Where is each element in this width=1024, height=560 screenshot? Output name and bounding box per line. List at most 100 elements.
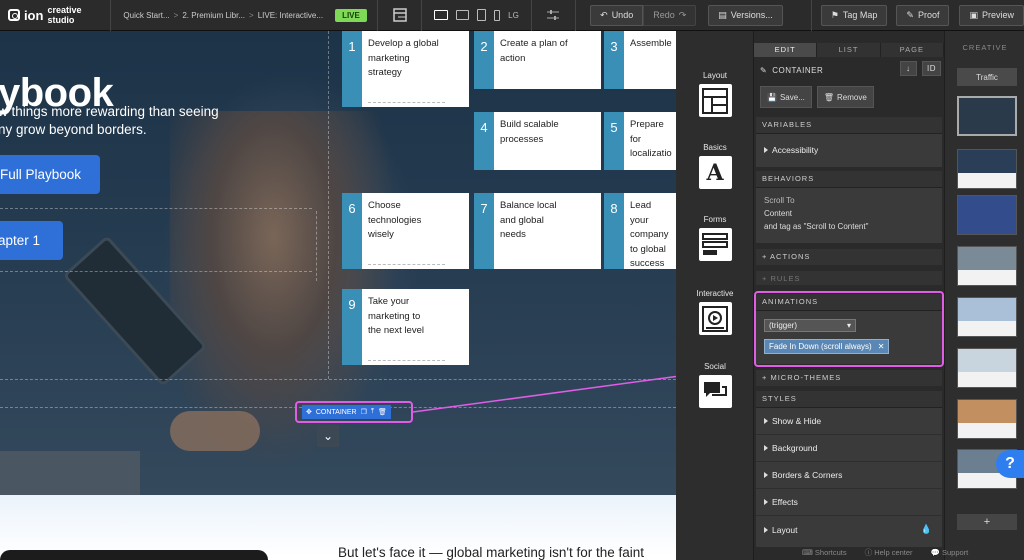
hero-subtitle[interactable]: w things more rewarding than seeing ny g… <box>0 103 258 139</box>
expand-triangle-icon <box>764 445 768 451</box>
tag-map-button[interactable]: ⚑ Tag Map <box>820 4 888 26</box>
remove-button[interactable]: 🗑 Remove <box>816 86 874 108</box>
category-social[interactable]: Social <box>676 362 754 408</box>
preview-button[interactable]: ▣ Preview <box>959 4 1024 26</box>
next-section[interactable]: But let's face it — global marketing isn… <box>0 495 676 560</box>
category-label: Interactive <box>696 289 734 298</box>
move-down-button[interactable]: ↓ <box>900 61 917 76</box>
rules-section[interactable]: + RULES <box>756 271 942 285</box>
breadcrumb-item[interactable]: 2. Premium Libr... <box>182 11 245 20</box>
page-thumbnail[interactable] <box>957 348 1017 388</box>
device-size-label[interactable]: LG <box>508 11 519 20</box>
page-thumbnail[interactable] <box>957 149 1017 189</box>
section-title[interactable]: VARIABLES <box>756 117 942 134</box>
behavior-line: Content <box>764 209 793 218</box>
help-question-icon[interactable]: ? <box>996 450 1024 478</box>
expand-triangle-icon <box>764 147 768 153</box>
breadcrumb-item[interactable]: Quick Start... <box>123 11 169 20</box>
add-page-button[interactable]: + <box>957 514 1017 530</box>
help-center-link[interactable]: ⓘ Help center <box>865 547 913 558</box>
effects-row[interactable]: Effects <box>756 489 942 516</box>
trash-icon[interactable]: 🗑 <box>378 408 387 416</box>
redo-button[interactable]: Redo ↷ <box>643 4 697 26</box>
page-thumbnail[interactable] <box>957 399 1017 439</box>
hero-section[interactable]: ybook w things more rewarding than seein… <box>0 31 676 495</box>
page-thumbnail[interactable] <box>957 195 1017 235</box>
tab-list[interactable]: LIST <box>817 43 881 57</box>
step-text: Prepare for localization <box>630 119 672 159</box>
step-card[interactable]: 9 Take your marketing to the next level <box>342 289 469 365</box>
element-id-button[interactable]: ID <box>922 61 941 76</box>
move-icon[interactable]: ✥ <box>306 408 312 416</box>
background-row[interactable]: Background <box>756 435 942 462</box>
guide-line <box>316 211 317 281</box>
desktop-device-icon[interactable] <box>434 10 449 20</box>
section-heading[interactable]: But let's face it — global marketing isn… <box>338 545 644 560</box>
undo-button[interactable]: ↶ Undo <box>590 4 644 26</box>
section-title[interactable]: BEHAVIORS <box>756 171 942 188</box>
step-card[interactable]: 1 Develop a global marketing strategy <box>342 31 469 107</box>
chapter-1-button[interactable]: apter 1 <box>0 221 63 260</box>
actions-section[interactable]: + ACTIONS <box>756 249 942 265</box>
trigger-select[interactable]: (trigger) ▾ <box>764 319 856 332</box>
step-text: Develop a global marketing strategy <box>368 38 439 78</box>
save-button[interactable]: 💾 Save... <box>760 86 812 108</box>
proof-icon: ✎ <box>906 9 914 20</box>
page-layout-button[interactable] <box>378 0 421 31</box>
category-layout[interactable]: Layout <box>676 71 754 117</box>
section-title[interactable]: ANIMATIONS <box>756 294 942 311</box>
breadcrumb-item[interactable]: LIVE: Interactive... <box>258 11 323 20</box>
droplet-icon: 💧 <box>920 524 932 534</box>
step-card[interactable]: 2 Create a plan of action <box>474 31 601 89</box>
versions-button[interactable]: ▤ Versions... <box>708 4 783 26</box>
page-canvas[interactable]: ybook w things more rewarding than seein… <box>0 31 676 560</box>
proof-button[interactable]: ✎ Proof <box>896 4 950 26</box>
accessibility-row[interactable]: Accessibility <box>756 134 942 166</box>
phone-icon[interactable] <box>494 9 501 21</box>
scroll-down-chevron-icon[interactable]: ⌄ <box>317 425 339 447</box>
page-thumbnail[interactable] <box>957 297 1017 337</box>
copy-icon[interactable]: ❐ <box>361 408 367 416</box>
step-number: 2 <box>474 31 494 89</box>
page-thumbnail[interactable] <box>957 246 1017 286</box>
tablet-portrait-icon[interactable] <box>477 9 487 21</box>
remove-animation-icon[interactable]: ✕ <box>878 342 885 351</box>
category-forms[interactable]: Forms <box>676 215 754 261</box>
shortcuts-link[interactable]: ⌨ Shortcuts <box>802 548 847 557</box>
full-playbook-button[interactable]: Full Playbook <box>0 155 100 194</box>
category-basics[interactable]: Basics A <box>676 143 754 189</box>
step-card[interactable]: 3 Assemble global team <box>604 31 676 89</box>
settings-sliders-button[interactable] <box>532 0 575 31</box>
layout-row[interactable]: Layout 💧 <box>756 516 942 543</box>
container-label: CONTAINER <box>315 408 357 416</box>
behaviors-section: BEHAVIORS Scroll To Content and tag as "… <box>756 171 942 243</box>
traffic-button[interactable]: Traffic <box>957 68 1017 86</box>
section-title[interactable]: STYLES <box>756 391 942 408</box>
form-icon <box>698 228 732 261</box>
pin-icon[interactable]: ⤒ <box>371 408 374 416</box>
animation-item[interactable]: Fade In Down (scroll always) ✕ <box>764 339 890 354</box>
borders-corners-row[interactable]: Borders & Corners <box>756 462 942 489</box>
tab-page[interactable]: PAGE <box>880 43 944 57</box>
step-card[interactable]: 7 Balance local and global needs <box>474 193 601 269</box>
guide-line <box>368 264 445 265</box>
panel-tabs: EDIT LIST PAGE <box>754 43 944 57</box>
step-card[interactable]: 4 Build scalable processes <box>474 112 601 170</box>
page-thumbnail[interactable] <box>957 96 1017 136</box>
container-selection-tag[interactable]: ✥ CONTAINER ❐ ⤒ 🗑 <box>295 401 413 423</box>
step-card[interactable]: 6 Choose technologies wisely <box>342 193 469 269</box>
show-hide-row[interactable]: Show & Hide <box>756 408 942 435</box>
step-card[interactable]: 8 Lead your company to global success <box>604 193 676 269</box>
step-card[interactable]: 5 Prepare for localization <box>604 112 676 170</box>
app-logo[interactable]: ion creative studio <box>0 5 110 25</box>
tablet-landscape-icon[interactable] <box>456 10 470 20</box>
category-interactive[interactable]: Interactive <box>676 289 754 335</box>
step-text: Take your marketing to the next level <box>368 296 424 336</box>
support-link[interactable]: 💬 Support <box>931 548 969 557</box>
micro-themes-section[interactable]: + MICRO-THEMES <box>756 370 942 386</box>
tab-edit[interactable]: EDIT <box>754 43 818 57</box>
widget-categories: Layout Basics A Forms Interactive Social <box>676 31 754 560</box>
tab-creative[interactable]: CREATIVE <box>945 43 1024 52</box>
behavior-description[interactable]: Scroll To Content and tag as "Scroll to … <box>756 188 942 239</box>
live-status-badge[interactable]: LIVE <box>335 8 367 22</box>
